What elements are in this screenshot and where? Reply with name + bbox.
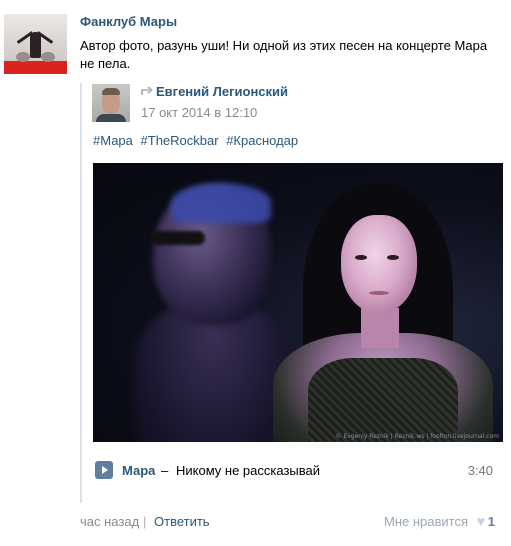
- audio-duration: 3:40: [467, 463, 493, 478]
- repost-author[interactable]: Евгений Легионский: [156, 84, 288, 99]
- like-count: 1: [487, 514, 495, 529]
- photo-sunglasses: [151, 231, 205, 245]
- audio-title: Никому не рассказывай: [176, 463, 321, 478]
- like-label[interactable]: Мне нравится: [384, 514, 468, 529]
- photo-eye: [387, 255, 399, 260]
- avatar-figure: [30, 32, 41, 58]
- audio-separator: –: [161, 463, 169, 478]
- avatar-drum: [16, 52, 30, 62]
- hashtag-link[interactable]: #Мара: [93, 133, 133, 148]
- hashtag-link[interactable]: #TheRockbar: [141, 133, 219, 148]
- repost-block: Евгений Легионский 17 окт 2014 в 12:10 #…: [80, 83, 507, 503]
- photo-woman-neck: [361, 308, 399, 348]
- avatar-stage-floor: [4, 61, 67, 74]
- heart-icon[interactable]: ♥: [477, 513, 485, 529]
- avatar-drum: [41, 52, 55, 62]
- group-avatar[interactable]: [4, 14, 67, 74]
- play-icon[interactable]: [95, 461, 113, 479]
- avatar-hair: [102, 88, 120, 95]
- hashtag-link[interactable]: #Краснодар: [226, 133, 298, 148]
- repost-author-avatar[interactable]: [92, 84, 130, 122]
- photo-man-hair: [171, 183, 271, 223]
- avatar-shirt: [96, 114, 126, 122]
- attached-photo[interactable]: © Evgeniy Reznik | Reznik.ws | foolton.l…: [93, 163, 503, 442]
- repost-arrow-icon: [141, 86, 153, 95]
- photo-eye: [355, 255, 367, 260]
- wall-post: Фанклуб Мары Автор фото, разунь уши! Ни …: [0, 0, 511, 546]
- meta-divider: |: [143, 514, 147, 529]
- audio-artist[interactable]: Мара: [122, 463, 155, 478]
- photo-watermark: © Evgeniy Reznik | Reznik.ws | foolton.l…: [335, 433, 499, 440]
- photo-woman-face: [341, 215, 417, 313]
- audio-track: Мара – Никому не рассказывай 3:40: [95, 461, 493, 483]
- post-author[interactable]: Фанклуб Мары: [80, 14, 177, 29]
- post-time[interactable]: час назад: [80, 514, 139, 529]
- post-text: Автор фото, разунь уши! Ни одной из этих…: [80, 38, 488, 71]
- hashtags: #Мара #TheRockbar #Краснодар: [93, 133, 302, 148]
- reply-link[interactable]: Ответить: [154, 514, 210, 529]
- photo-mouth: [369, 291, 389, 295]
- repost-date[interactable]: 17 окт 2014 в 12:10: [141, 105, 257, 120]
- photo-woman-top: [308, 358, 458, 442]
